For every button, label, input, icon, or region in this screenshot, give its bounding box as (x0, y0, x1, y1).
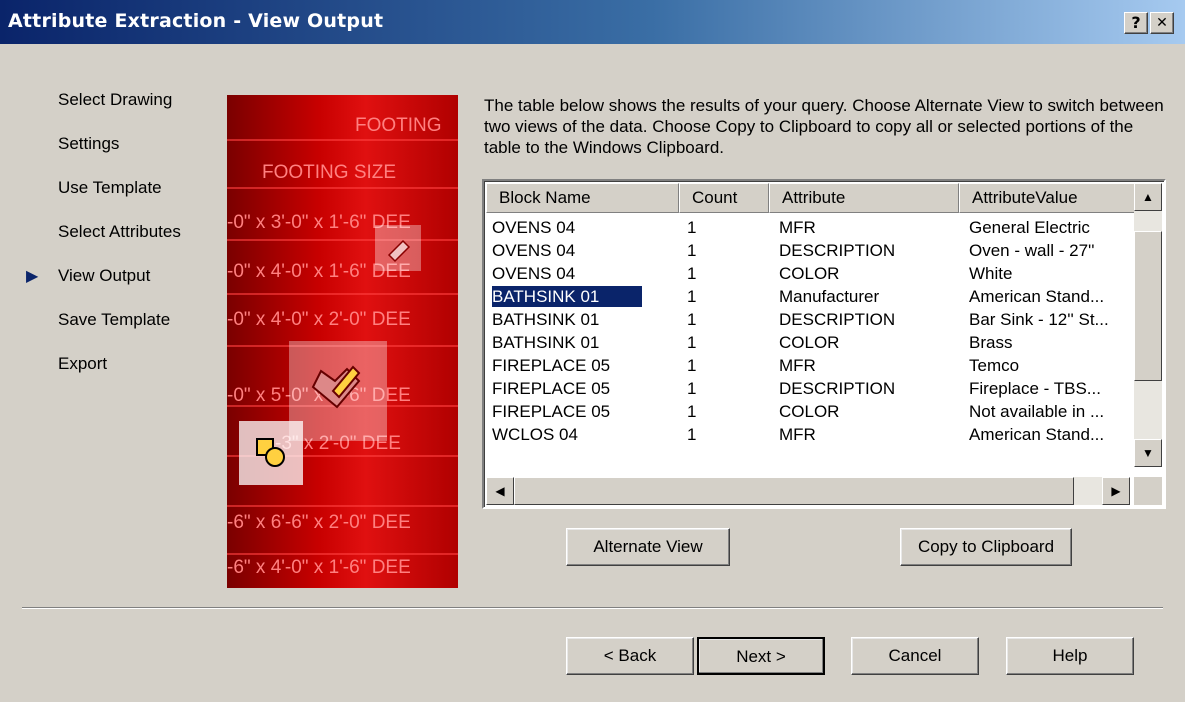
table-cell: DESCRIPTION (779, 310, 896, 329)
table-cell: American Stand... (969, 425, 1105, 444)
illus-text: -0" x 4'-0" x 2'-0" DEE (227, 309, 411, 330)
illus-text: FOOTING (355, 115, 442, 136)
block-icon (256, 438, 285, 467)
table-cell: 1 (687, 379, 697, 398)
copy-to-clipboard-button[interactable]: Copy to Clipboard (900, 528, 1072, 566)
table-cell: 1 (687, 425, 697, 444)
table-cell: OVENS 04 (492, 241, 576, 260)
table-cell: FIREPLACE 05 (492, 356, 611, 375)
table-cell: 1 (687, 356, 697, 375)
scroll-up-button[interactable]: ▲ (1134, 183, 1162, 211)
step-use-template: Use Template (58, 178, 162, 197)
step-select-attributes: Select Attributes (58, 222, 181, 241)
table-cell: Temco (969, 356, 1020, 375)
table-cell: BATHSINK 01 (492, 310, 600, 329)
description-text: The table below shows the results of you… (484, 96, 1164, 157)
close-button[interactable]: ✕ (1150, 12, 1174, 34)
results-table[interactable]: Block Name Count Attribute AttributeValu… (482, 179, 1166, 509)
table-cell: Not available in ... (969, 402, 1105, 421)
table-row[interactable]: FIREPLACE 05 1 COLOR Not available in ... (484, 400, 1132, 423)
table-cell: BATHSINK 01 (491, 285, 643, 308)
illus-text: -6" x 4'-0" x 1'-6" DEE (227, 557, 411, 578)
next-button[interactable]: Next > (697, 637, 825, 675)
table-cell: 1 (687, 264, 697, 283)
step-export: Export (58, 354, 108, 373)
attribute-icon (387, 239, 411, 263)
table-cell: COLOR (779, 333, 840, 352)
help-title-button[interactable]: ? (1124, 12, 1148, 34)
table-cell: 1 (687, 218, 697, 237)
table-cell: FIREPLACE 05 (492, 402, 611, 421)
table-cell: Bar Sink - 12'' St... (969, 310, 1109, 329)
illus-text: -0" x 4'-0" x 1'-6" DEE (227, 261, 411, 282)
table-cell: DESCRIPTION (779, 241, 896, 260)
column-header-attribute[interactable]: Attribute (769, 183, 959, 213)
table-cell: 1 (687, 310, 697, 329)
table-row[interactable]: WCLOS 04 1 MFR American Stand... (484, 423, 1132, 446)
pencil-icon (311, 365, 361, 409)
step-view-output: View Output (58, 266, 151, 285)
vertical-scrollbar[interactable]: ▲ ▼ (1134, 183, 1162, 467)
table-cell: DESCRIPTION (779, 379, 896, 398)
separator (22, 607, 1163, 609)
table-cell: FIREPLACE 05 (492, 379, 611, 398)
illus-text: FOOTING SIZE (262, 162, 397, 183)
arrow-right-icon: ▶ (26, 268, 39, 285)
column-header-attribute-value[interactable]: AttributeValue (959, 183, 1135, 213)
table-cell: General Electric (969, 218, 1090, 237)
table-row[interactable]: BATHSINK 01 1 COLOR Brass (484, 331, 1132, 354)
wizard-illustration: FOOTING FOOTING SIZE -0" x 3'-0" x 1'-6"… (227, 95, 458, 588)
table-row[interactable]: OVENS 04 1 COLOR White (484, 262, 1132, 285)
table-cell: OVENS 04 (492, 218, 576, 237)
table-cell: 1 (687, 241, 697, 260)
step-save-template: Save Template (58, 310, 171, 329)
scroll-right-button[interactable]: ▶ (1102, 477, 1130, 505)
table-cell: Fireplace - TBS... (969, 379, 1101, 398)
table-cell: MFR (779, 218, 816, 237)
table-row[interactable]: OVENS 04 1 DESCRIPTION Oven - wall - 27'' (484, 239, 1132, 262)
scrollbar-corner (1134, 477, 1162, 505)
column-header-count[interactable]: Count (679, 183, 769, 213)
table-cell: Brass (969, 333, 1013, 352)
table-row[interactable]: OVENS 04 1 MFR General Electric (484, 216, 1132, 239)
table-cell: 1 (687, 287, 697, 306)
table-cell: 1 (687, 333, 697, 352)
table-cell: OVENS 04 (492, 264, 576, 283)
back-button[interactable]: < Back (566, 637, 694, 675)
table-cell: Manufacturer (779, 287, 880, 306)
table-cell: White (969, 264, 1013, 283)
table-cell: COLOR (779, 264, 840, 283)
horizontal-scrollbar[interactable]: ◀ ▶ (486, 477, 1130, 505)
step-select-drawing: Select Drawing (58, 90, 173, 109)
table-cell: 1 (687, 402, 697, 421)
help-button[interactable]: Help (1006, 637, 1134, 675)
table-cell: BATHSINK 01 (492, 333, 600, 352)
window-title: Attribute Extraction - View Output (8, 10, 384, 32)
title-bar: Attribute Extraction - View Output ? ✕ (0, 0, 1185, 44)
table-cell: American Stand... (969, 287, 1105, 306)
step-settings: Settings (58, 134, 120, 153)
alternate-view-button[interactable]: Alternate View (566, 528, 730, 566)
table-cell: Oven - wall - 27'' (969, 241, 1095, 260)
cancel-button[interactable]: Cancel (851, 637, 979, 675)
table-cell: COLOR (779, 402, 840, 421)
scroll-down-button[interactable]: ▼ (1134, 439, 1162, 467)
table-row[interactable]: BATHSINK 01 1 Manufacturer American Stand..… (484, 285, 1132, 308)
scroll-left-button[interactable]: ◀ (486, 477, 514, 505)
horizontal-scroll-thumb[interactable] (514, 477, 1074, 505)
table-row[interactable]: BATHSINK 01 1 DESCRIPTION Bar Sink - 12'' S… (484, 308, 1132, 331)
table-cell: WCLOS 04 (492, 425, 578, 444)
table-cell: MFR (779, 356, 816, 375)
table-row[interactable]: FIREPLACE 05 1 DESCRIPTION Fireplace - TBS.… (484, 377, 1132, 400)
column-header-block-name[interactable]: Block Name (486, 183, 679, 213)
illus-text: -0" x 3'-0" x 1'-6" DEE (227, 212, 411, 233)
scroll-thumb[interactable] (1134, 231, 1162, 381)
illus-text: -6" x 6'-6" x 2'-0" DEE (227, 512, 411, 533)
table-row[interactable]: FIREPLACE 05 1 MFR Temco (484, 354, 1132, 377)
table-cell: MFR (779, 425, 816, 444)
